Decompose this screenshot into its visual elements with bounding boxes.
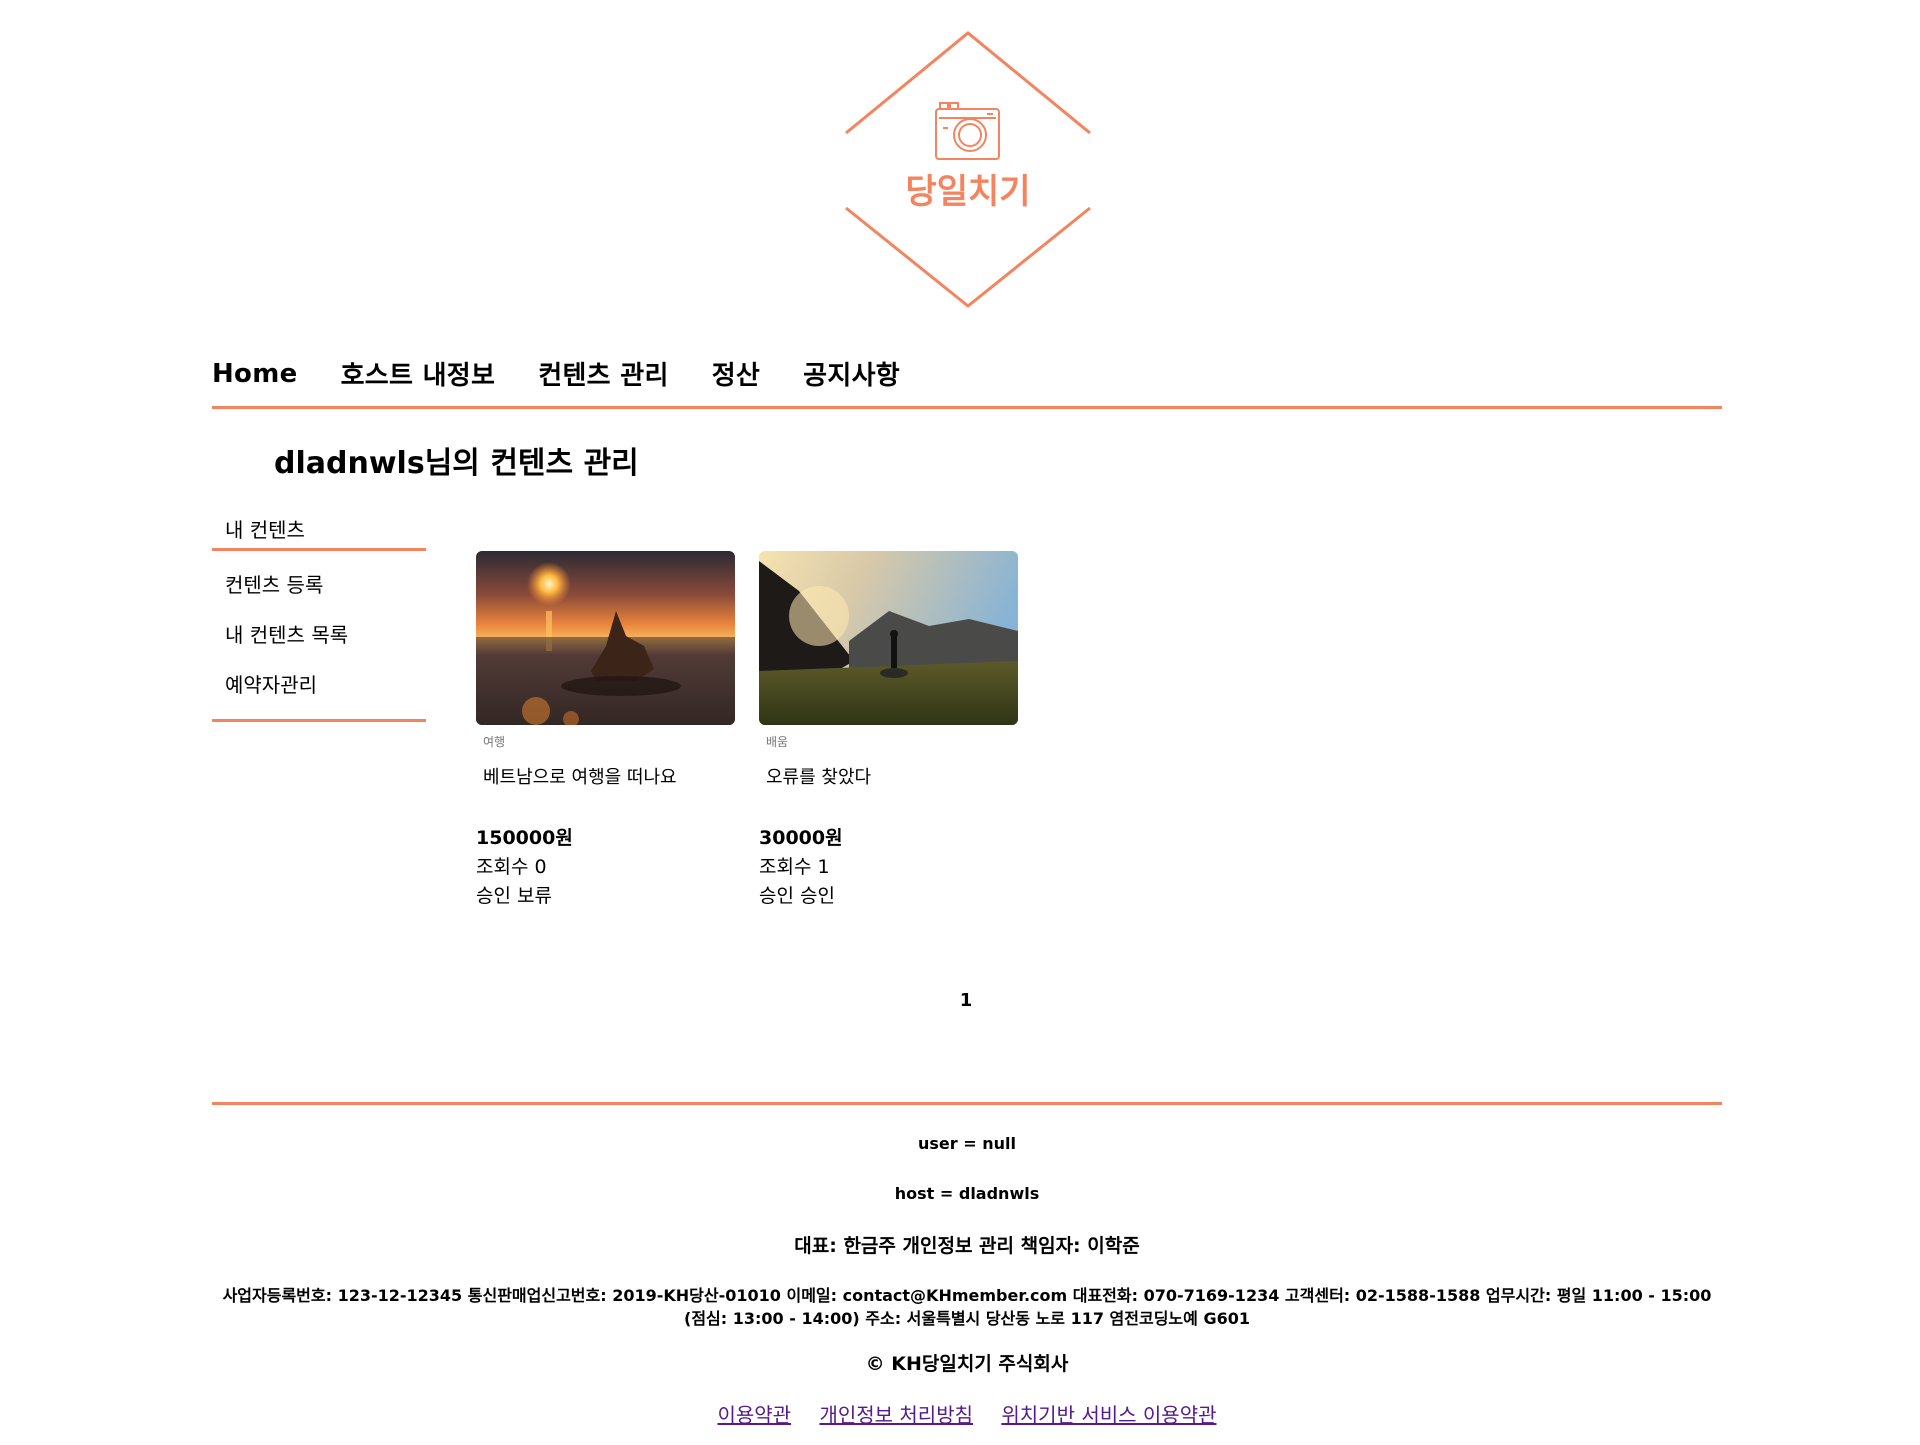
page-number[interactable]: 1 [960, 990, 973, 1011]
pagination: 1 [0, 990, 1920, 1011]
content-title[interactable]: 오류를 찾았다 [766, 763, 1018, 788]
camera-icon [935, 102, 1000, 160]
nav-settlement[interactable]: 정산 [712, 355, 760, 392]
side-item-reservation-manage[interactable]: 예약자관리 [212, 669, 426, 719]
content-approval: 승인 승인 [759, 881, 1018, 908]
content-title[interactable]: 베트남으로 여행을 떠나요 [483, 763, 735, 788]
footer-links: 이용약관 개인정보 처리방침 위치기반 서비스 이용약관 [212, 1398, 1722, 1432]
side-item-my-content-list[interactable]: 내 컨텐츠 목록 [212, 619, 426, 669]
terms-link[interactable]: 이용약관 [717, 1403, 791, 1427]
footer: user = null host = dladnwls 대표: 한금주 개인정보… [212, 1130, 1722, 1432]
nav-host-info[interactable]: 호스트 내정보 [341, 355, 496, 392]
side-menu-heading: 내 컨텐츠 [225, 518, 305, 542]
location-terms-link[interactable]: 위치기반 서비스 이용약관 [1001, 1403, 1216, 1427]
copyright: © KH당일치기 주식회사 [865, 1353, 1069, 1375]
approval-status: 승인 [800, 885, 835, 907]
company-representative: 대표: 한금주 개인정보 관리 책임자: 이학준 [794, 1235, 1140, 1257]
content-card[interactable]: 배움 오류를 찾았다 30000원 조회수 1 승인 승인 [759, 551, 1018, 908]
content-thumbnail[interactable] [476, 551, 735, 725]
content-approval: 승인 보류 [476, 881, 735, 908]
content-price: 30000원 [759, 827, 843, 849]
sunset-beach-image [476, 551, 735, 725]
content-views: 조회수 0 [476, 856, 547, 878]
side-item-register-content[interactable]: 컨텐츠 등록 [212, 569, 426, 619]
site-logo[interactable]: 당일치기 [840, 30, 1096, 310]
nav-notice[interactable]: 공지사항 [803, 355, 900, 392]
approval-status: 보류 [517, 885, 552, 907]
content-thumbnail[interactable] [759, 551, 1018, 725]
privacy-policy-link[interactable]: 개인정보 처리방침 [819, 1403, 973, 1427]
content-card-list: 여행 베트남으로 여행을 떠나요 150000원 조회수 0 승인 보류 배움 … [476, 551, 1042, 908]
content-price: 150000원 [476, 827, 573, 849]
side-menu-divider-bottom [212, 719, 426, 722]
debug-user-text: user = null [918, 1134, 1016, 1153]
content-card[interactable]: 여행 베트남으로 여행을 떠나요 150000원 조회수 0 승인 보류 [476, 551, 735, 908]
mountain-hiker-image [759, 551, 1018, 725]
logo-text: 당일치기 [905, 172, 1030, 212]
footer-divider [212, 1102, 1722, 1105]
content-category: 여행 [483, 735, 506, 749]
content-category: 배움 [766, 735, 789, 749]
content-views: 조회수 1 [759, 856, 830, 878]
nav-content-manage[interactable]: 컨텐츠 관리 [538, 355, 668, 392]
page-title: dladnwls님의 컨텐츠 관리 [274, 446, 639, 481]
nav-divider [212, 406, 1722, 409]
nav-home[interactable]: Home [212, 359, 298, 389]
main-nav: Home 호스트 내정보 컨텐츠 관리 정산 공지사항 [212, 355, 943, 392]
approval-label: 승인 [759, 885, 800, 907]
approval-label: 승인 [476, 885, 517, 907]
debug-host-text: host = dladnwls [894, 1184, 1040, 1203]
logo-diamond: 당일치기 [845, 31, 1091, 308]
company-business-info: 사업자등록번호: 123-12-12345 통신판매업신고번호: 2019-KH… [222, 1286, 1712, 1328]
side-menu: 내 컨텐츠 컨텐츠 등록 내 컨텐츠 목록 예약자관리 [212, 510, 426, 722]
